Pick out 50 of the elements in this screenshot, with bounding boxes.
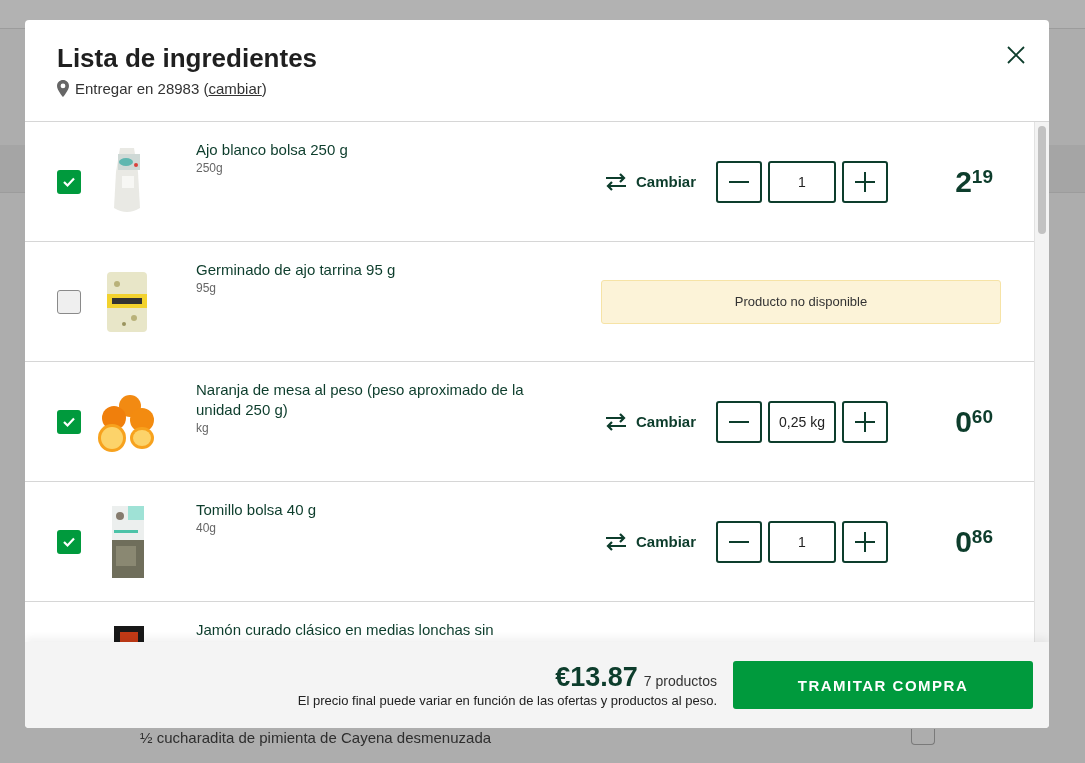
swap-icon — [604, 172, 628, 191]
minus-icon — [729, 540, 749, 543]
minus-button[interactable] — [716, 520, 762, 563]
swap-icon — [604, 412, 628, 431]
ingredient-text: ½ cucharadita de pimienta de Cayena desmenuzada — [140, 729, 492, 746]
swap-button[interactable]: Cambiar — [601, 171, 716, 192]
location-pin-icon — [57, 80, 69, 97]
modal-title: Lista de ingredientes — [57, 42, 318, 74]
scrollbar[interactable] — [1034, 122, 1049, 642]
plus-icon — [855, 171, 875, 192]
minus-icon — [729, 180, 749, 183]
change-link[interactable]: cambiar — [208, 80, 262, 97]
checkbox[interactable] — [57, 529, 81, 554]
checkbox[interactable] — [57, 409, 81, 434]
quantity-field[interactable]: 1 — [768, 160, 836, 203]
product-name: Tomillo bolsa 40 g — [196, 500, 318, 520]
quantity-field[interactable]: 1 — [768, 520, 836, 563]
minus-button[interactable] — [716, 400, 762, 443]
quantity-field[interactable]: 0,25 kg — [768, 400, 836, 443]
check-icon — [62, 535, 76, 548]
minus-button[interactable] — [716, 160, 762, 203]
checkout-button[interactable]: TRAMITAR COMPRA — [733, 661, 1033, 709]
swap-icon — [604, 532, 628, 551]
product-unit: kg — [196, 421, 210, 435]
total-price: €13.87 — [555, 662, 638, 693]
swap-button[interactable]: Cambiar — [601, 411, 716, 432]
check-icon — [62, 175, 76, 188]
checkbox[interactable] — [57, 289, 81, 314]
plus-button[interactable] — [842, 520, 888, 563]
unavailable-notice: Producto no disponible — [601, 279, 1001, 324]
plus-icon — [855, 411, 875, 432]
product-name: Naranja de mesa al peso (peso aproximado de la unidad 250 g) — [196, 380, 525, 420]
product-unit: 250g — [196, 161, 224, 175]
minus-icon — [729, 420, 749, 423]
plus-button[interactable] — [842, 160, 888, 203]
plus-icon — [855, 531, 875, 552]
check-icon — [62, 415, 76, 428]
close-icon[interactable] — [1007, 46, 1025, 64]
product-name: Jamón curado clásico en medias lonchas sin — [196, 620, 495, 640]
product-name: Ajo blanco bolsa 250 g — [196, 140, 349, 160]
product-unit: 40g — [196, 521, 218, 535]
product-unit: 95g — [196, 281, 218, 295]
product-count: 7 productos — [643, 673, 717, 689]
plus-button[interactable] — [842, 400, 888, 443]
checkbox[interactable] — [911, 729, 935, 745]
product-name: Germinado de ajo tarrina 95 g — [196, 260, 397, 280]
delivery-text: Entregar en 28983 (cambiar) — [75, 80, 267, 97]
swap-button[interactable]: Cambiar — [601, 531, 716, 552]
price-note: El precio final puede variar en función de las ofertas y productos al peso. — [297, 693, 717, 708]
checkbox[interactable] — [57, 169, 81, 194]
